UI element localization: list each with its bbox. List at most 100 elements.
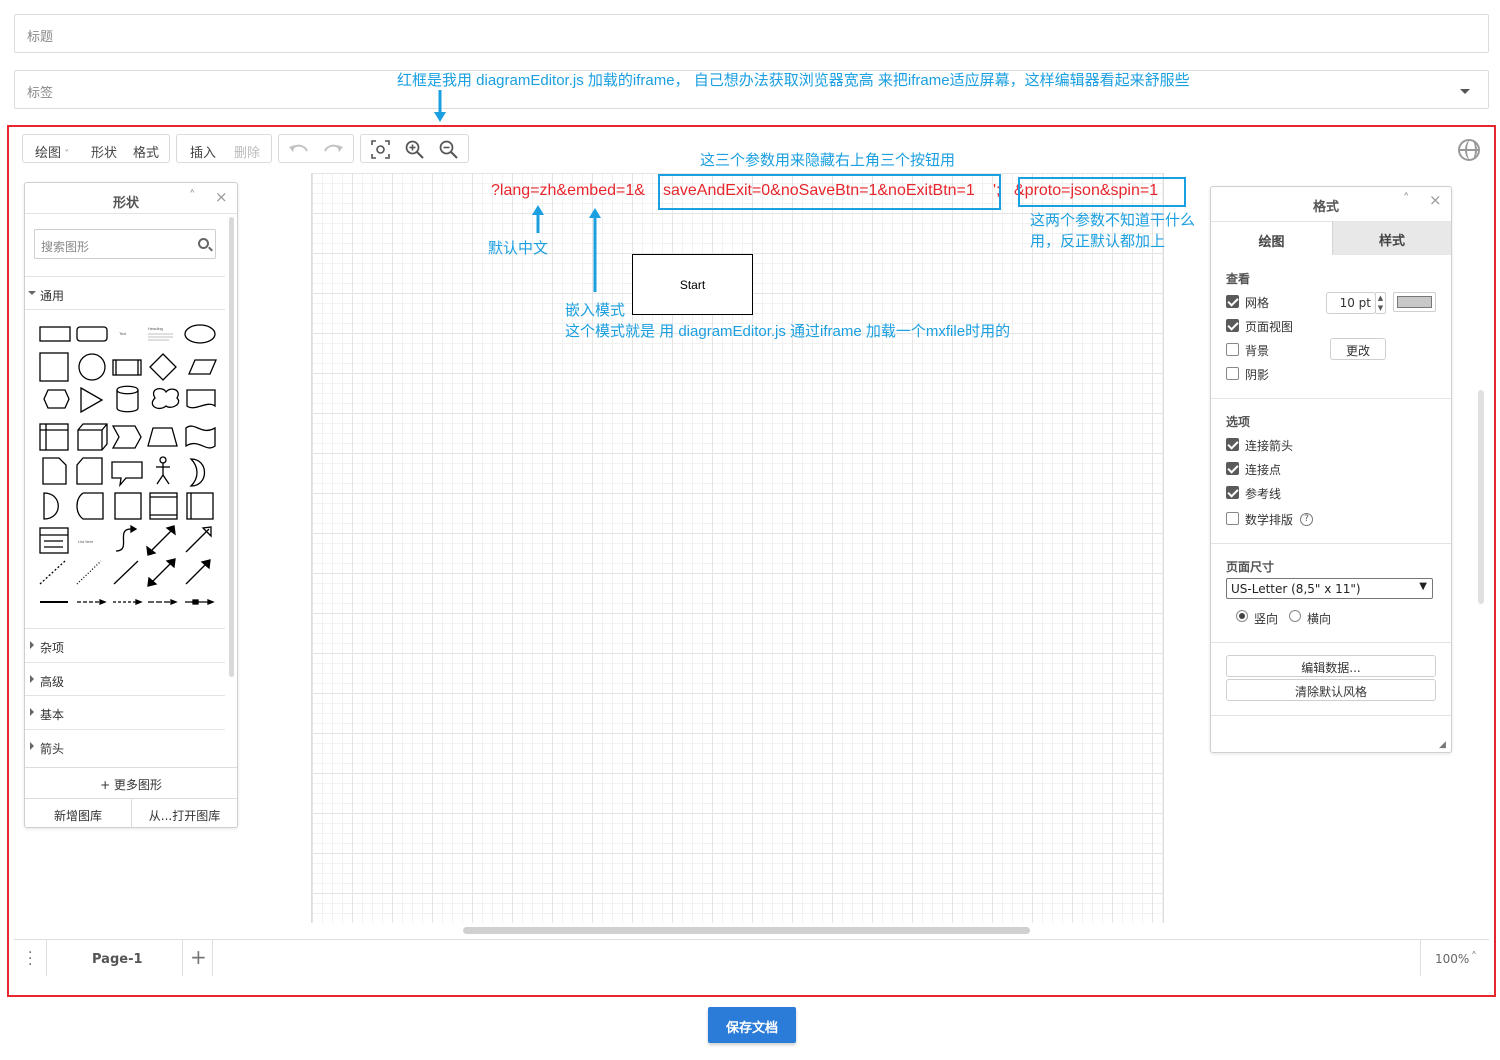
annotation-two-params-1: 这两个参数不知道干什么 bbox=[1030, 212, 1196, 229]
grid-size-input[interactable]: 10 pt bbox=[1326, 292, 1376, 314]
fit-window-icon[interactable] bbox=[371, 140, 390, 159]
close-icon[interactable]: × bbox=[1429, 191, 1442, 209]
annotation-box-two-params bbox=[1018, 177, 1186, 207]
annotation-embed-mode-2: 这个模式就是 用 diagramEditor.js 通过iframe 加载一个m… bbox=[565, 323, 1011, 340]
title-input[interactable]: 标题 bbox=[14, 14, 1489, 53]
annotation-arrow-lang bbox=[532, 205, 544, 233]
shadow-checkbox[interactable] bbox=[1226, 367, 1239, 380]
annotation-three-params: 这三个参数用来隐藏右上角三个按钮用 bbox=[700, 152, 956, 169]
title-placeholder: 标题 bbox=[27, 30, 54, 45]
search-icon[interactable] bbox=[198, 238, 209, 249]
options-section-title: 选项 bbox=[1226, 415, 1251, 429]
format-panel-title: 格式 bbox=[1313, 200, 1340, 215]
chevron-right-icon bbox=[30, 708, 34, 716]
tab-style[interactable]: 样式 bbox=[1332, 221, 1451, 255]
shape-palette-grid[interactable]: Text Heading List Item bbox=[35, 318, 220, 618]
background-label: 背景 bbox=[1245, 344, 1270, 358]
landscape-radio[interactable] bbox=[1289, 610, 1301, 622]
zoom-in-icon[interactable] bbox=[405, 140, 424, 159]
toolbar-edit-group: 插入 删除 bbox=[176, 134, 272, 163]
language-globe-icon[interactable] bbox=[1458, 139, 1480, 161]
tab-diagram[interactable]: 绘图 bbox=[1211, 221, 1332, 255]
diagram-menu-label: 绘图 bbox=[35, 146, 62, 161]
format-panel: 格式 ˄ × 绘图 样式 查看 网格 10 pt ▲ ▼ 页面视图 背景 更改 阴… bbox=[1210, 186, 1452, 753]
annotation-two-params-2: 用，反正默认都加上 bbox=[1030, 233, 1166, 250]
diagram-menu[interactable]: 绘图 ˅ bbox=[35, 142, 69, 161]
section-basic[interactable]: 基本 bbox=[25, 695, 225, 728]
zoom-out-icon[interactable] bbox=[439, 140, 458, 159]
pages-menu-icon[interactable]: · · · bbox=[28, 946, 32, 972]
guides-checkbox[interactable] bbox=[1226, 486, 1239, 499]
edit-data-button[interactable]: 编辑数据... bbox=[1226, 655, 1436, 677]
annotation-default-chinese: 默认中文 bbox=[488, 240, 549, 257]
toolbar-history-group bbox=[278, 134, 354, 163]
resize-handle-icon[interactable]: ◢ bbox=[1439, 740, 1446, 750]
view-section-title: 查看 bbox=[1226, 272, 1251, 286]
help-icon[interactable]: ? bbox=[1300, 513, 1313, 526]
shapes-panel: 形状 ˄ × 搜索图形 通用 Text Heading List Item 杂项… bbox=[24, 182, 238, 828]
page-view-checkbox[interactable] bbox=[1226, 319, 1239, 332]
collapse-icon[interactable]: ˄ bbox=[1403, 192, 1410, 207]
undo-icon[interactable] bbox=[288, 141, 310, 157]
page-view-label: 页面视图 bbox=[1245, 320, 1294, 334]
section-misc[interactable]: 杂项 bbox=[25, 628, 225, 661]
format-toggle[interactable]: 格式 bbox=[133, 142, 159, 161]
portrait-label: 竖向 bbox=[1254, 612, 1279, 626]
chevron-right-icon bbox=[30, 742, 34, 750]
annotation-arrow-embed bbox=[589, 208, 601, 292]
shape-toggle[interactable]: 形状 bbox=[91, 142, 117, 161]
portrait-radio[interactable] bbox=[1236, 610, 1248, 622]
section-general-label: 通用 bbox=[40, 289, 65, 303]
chevron-right-icon bbox=[30, 641, 34, 649]
svg-text:Text: Text bbox=[119, 331, 127, 336]
grid-label: 网格 bbox=[1245, 296, 1270, 310]
grid-checkbox[interactable] bbox=[1226, 295, 1239, 308]
math-checkbox[interactable] bbox=[1226, 512, 1239, 525]
zoom-level[interactable]: 100% bbox=[1435, 952, 1469, 966]
save-document-button[interactable]: 保存文档 bbox=[708, 1007, 796, 1043]
page-tab[interactable]: Page-1 bbox=[92, 952, 143, 967]
section-general[interactable]: 通用 bbox=[25, 276, 225, 309]
more-shapes-button[interactable]: + 更多图形 bbox=[25, 767, 237, 798]
annotation-url-part1: ?lang=zh&embed=1& bbox=[491, 182, 645, 199]
math-label: 数学排版 bbox=[1245, 513, 1294, 527]
redo-icon[interactable] bbox=[322, 141, 344, 157]
shape-search-placeholder: 搜索图形 bbox=[41, 240, 90, 254]
connection-points-checkbox[interactable] bbox=[1226, 462, 1239, 475]
page-size-select[interactable]: US-Letter (8,5" x 11") ▼ bbox=[1226, 578, 1433, 599]
start-shape[interactable]: Start bbox=[632, 254, 753, 315]
clear-default-style-button[interactable]: 清除默认风格 bbox=[1226, 679, 1436, 701]
toolbar-view-group: 绘图 ˅ 形状 格式 bbox=[22, 134, 170, 163]
chevron-down-icon[interactable] bbox=[1460, 89, 1470, 94]
start-shape-label: Start bbox=[679, 277, 706, 292]
grid-size-stepper[interactable]: ▲ ▼ bbox=[1375, 292, 1386, 314]
close-icon[interactable]: × bbox=[215, 188, 228, 206]
section-arrows[interactable]: 箭头 bbox=[25, 729, 225, 762]
delete-button[interactable]: 删除 bbox=[234, 142, 260, 161]
annotation-embed-mode-1: 嵌入模式 bbox=[565, 302, 626, 319]
change-background-button[interactable]: 更改 bbox=[1330, 338, 1386, 360]
collapse-icon[interactable]: ˄ bbox=[189, 189, 196, 204]
new-library-button[interactable]: 新增图库 bbox=[25, 798, 132, 828]
svg-text:Heading: Heading bbox=[148, 326, 163, 331]
annotation-top-note: 红框是我用 diagramEditor.js 加载的iframe， 自己想办法获… bbox=[397, 72, 1190, 89]
section-advanced-label: 高级 bbox=[40, 675, 65, 689]
grid-color-swatch[interactable] bbox=[1393, 292, 1436, 312]
page-size-value: US-Letter (8,5" x 11") bbox=[1231, 582, 1361, 596]
shape-search-input[interactable]: 搜索图形 bbox=[34, 229, 216, 259]
background-checkbox[interactable] bbox=[1226, 343, 1239, 356]
insert-button[interactable]: 插入 bbox=[190, 142, 216, 161]
chevron-up-icon[interactable]: ˄ bbox=[1471, 950, 1477, 964]
shapes-panel-scrollbar[interactable] bbox=[229, 217, 234, 677]
canvas-horizontal-scrollbar[interactable] bbox=[463, 927, 1030, 934]
connection-arrows-label: 连接箭头 bbox=[1245, 439, 1294, 453]
format-panel-scrollbar[interactable] bbox=[1478, 390, 1484, 604]
svg-text:List Item: List Item bbox=[78, 539, 94, 544]
annotation-box-three-params bbox=[658, 174, 1001, 210]
open-library-button[interactable]: 从...打开图库 bbox=[132, 798, 237, 828]
add-page-icon[interactable]: + bbox=[190, 945, 207, 969]
page-size-section-title: 页面尺寸 bbox=[1226, 560, 1275, 574]
section-advanced[interactable]: 高级 bbox=[25, 662, 225, 695]
connection-arrows-checkbox[interactable] bbox=[1226, 438, 1239, 451]
guides-label: 参考线 bbox=[1245, 487, 1282, 501]
